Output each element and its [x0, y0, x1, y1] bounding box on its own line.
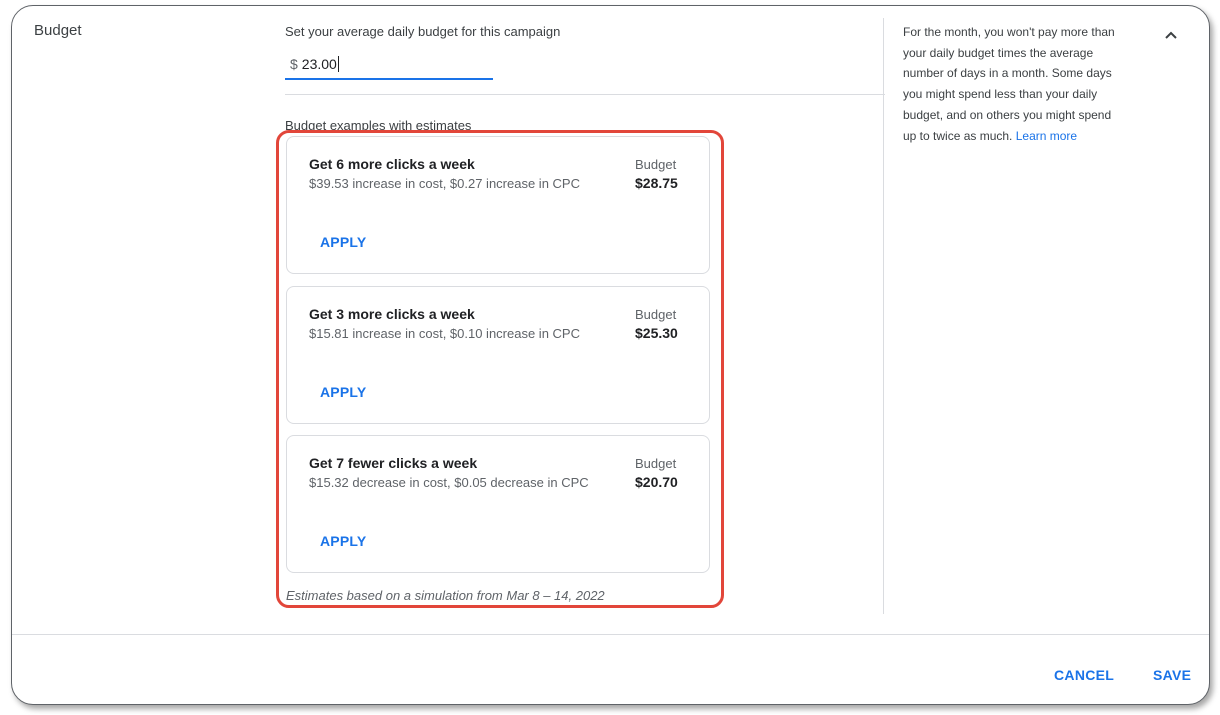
- card-budget-amount: $20.70: [635, 474, 678, 490]
- card-description: $15.81 increase in cost, $0.10 increase …: [309, 326, 580, 341]
- column-divider: [883, 18, 884, 614]
- budget-example-card: Get 7 fewer clicks a week $15.32 decreas…: [286, 435, 710, 573]
- budget-example-card: Get 3 more clicks a week $15.81 increase…: [286, 286, 710, 424]
- learn-more-link[interactable]: Learn more: [1016, 129, 1077, 143]
- card-budget-amount: $28.75: [635, 175, 678, 191]
- daily-budget-value[interactable]: 23.00: [302, 56, 339, 72]
- daily-budget-input[interactable]: $ 23.00: [285, 50, 493, 80]
- estimate-footnote: Estimates based on a simulation from Mar…: [286, 588, 605, 603]
- section-title: Budget: [34, 22, 82, 39]
- footer-divider: [12, 634, 1209, 635]
- card-description: $39.53 increase in cost, $0.27 increase …: [309, 176, 580, 191]
- budget-help-text: For the month, you won't pay more than y…: [903, 22, 1125, 146]
- field-divider: [285, 94, 885, 95]
- help-body: For the month, you won't pay more than y…: [903, 25, 1115, 143]
- card-budget-caption: Budget: [635, 307, 677, 322]
- card-description: $15.32 decrease in cost, $0.05 decrease …: [309, 475, 589, 490]
- card-budget-amount: $25.30: [635, 325, 678, 341]
- budget-panel: Budget Set your average daily budget for…: [11, 5, 1210, 705]
- collapse-button[interactable]: [1160, 24, 1182, 46]
- chevron-up-icon: [1165, 31, 1177, 39]
- apply-button[interactable]: APPLY: [320, 384, 366, 400]
- card-budget-caption: Budget: [635, 456, 677, 471]
- card-budget-caption: Budget: [635, 157, 677, 172]
- currency-prefix: $: [290, 56, 298, 72]
- apply-button[interactable]: APPLY: [320, 234, 366, 250]
- card-title: Get 3 more clicks a week: [309, 306, 475, 322]
- budget-field-label: Set your average daily budget for this c…: [285, 24, 561, 39]
- save-button[interactable]: SAVE: [1153, 667, 1191, 683]
- card-title: Get 6 more clicks a week: [309, 156, 475, 172]
- apply-button[interactable]: APPLY: [320, 533, 366, 549]
- budget-example-card: Get 6 more clicks a week $39.53 increase…: [286, 136, 710, 274]
- card-title: Get 7 fewer clicks a week: [309, 455, 478, 471]
- cancel-button[interactable]: CANCEL: [1054, 667, 1114, 683]
